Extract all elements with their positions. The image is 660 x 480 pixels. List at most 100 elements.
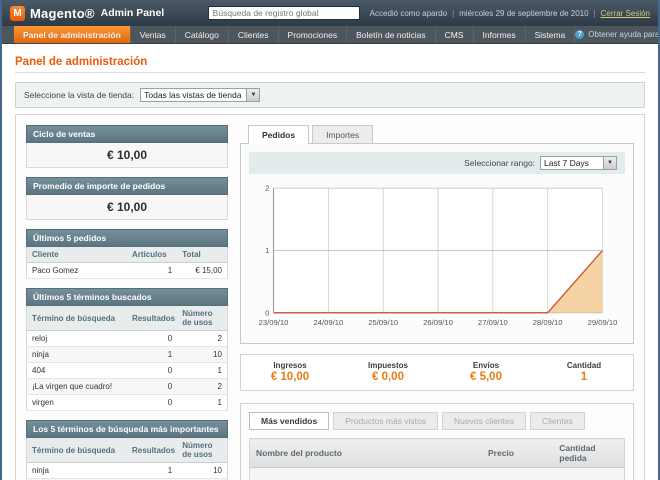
svg-text:2: 2: [265, 184, 269, 193]
table-cell: 2: [177, 331, 227, 347]
svg-text:29/09/10: 29/09/10: [588, 318, 618, 327]
table-cell: 404: [27, 363, 128, 379]
store-view-selected: Todas las vistas de tienda: [141, 89, 246, 101]
page-title: Panel de administración: [15, 56, 645, 68]
table-cell: 0: [127, 363, 177, 379]
nav-item-cms[interactable]: CMS: [436, 26, 474, 43]
stat-cantidad: Cantidad 1: [535, 361, 633, 383]
top-search-terms-table: Término de búsquedaResultadosNúmero de u…: [26, 438, 228, 480]
chart-panel: Seleccionar rango: Last 7 Days ▼ 01223/0…: [240, 143, 634, 344]
brand-name: Magento®: [30, 6, 95, 21]
column-header: Número de usos: [177, 306, 227, 331]
tab-importes[interactable]: Importes: [312, 125, 373, 143]
table-row[interactable]: Paco Gomez1€ 15,00: [27, 263, 228, 279]
svg-text:24/09/10: 24/09/10: [313, 318, 343, 327]
help-label: Obtener ayuda para esta página: [588, 30, 660, 39]
table-row: No se encontraron registros.: [250, 468, 625, 480]
nav-item-boletin[interactable]: Boletín de noticias: [347, 26, 435, 43]
nav-item-sistema[interactable]: Sistema: [526, 26, 576, 43]
tab-mas-vendidos[interactable]: Más vendidos: [249, 412, 329, 430]
range-select[interactable]: Last 7 Days ▼: [540, 156, 617, 170]
store-view-select[interactable]: Todas las vistas de tienda ▼: [140, 88, 260, 102]
chart-tabs: Pedidos Importes: [240, 125, 634, 143]
table-cell: 2: [177, 379, 227, 395]
product-name: Admin Panel: [101, 7, 165, 19]
column-header: Cantidad pedida: [553, 439, 624, 468]
panel-title: Últimos 5 pedidos: [26, 229, 228, 247]
magento-logo: M Magento® Admin Panel: [10, 6, 164, 21]
svg-text:28/09/10: 28/09/10: [533, 318, 563, 327]
separator: |: [594, 9, 596, 18]
nav-item-promociones[interactable]: Promociones: [279, 26, 348, 43]
browser-frame: M Magento® Admin Panel Accedió como apar…: [0, 0, 660, 480]
stat-impuestos: Impuestos € 0,00: [339, 361, 437, 383]
nav-item-informes[interactable]: Informes: [474, 26, 526, 43]
table-cell: 0: [127, 331, 177, 347]
nav-item-catalogo[interactable]: Catálogo: [176, 26, 229, 43]
nav-item-ventas[interactable]: Ventas: [131, 26, 176, 43]
store-view-bar: Seleccione la vista de tienda: Todas las…: [15, 82, 645, 108]
panel-title: Los 5 términos de búsqueda más important…: [26, 420, 228, 438]
svg-text:26/09/10: 26/09/10: [423, 318, 453, 327]
right-column: Pedidos Importes Seleccionar rango: Last…: [240, 125, 634, 480]
products-tabs: Más vendidos Productos más vistos Nuevos…: [249, 412, 625, 430]
help-link[interactable]: ? Obtener ayuda para esta página: [575, 26, 660, 43]
dashboard-container: Ciclo de ventas € 10,00 Promedio de impo…: [15, 114, 645, 480]
tab-nuevos-clientes[interactable]: Nuevos clientes: [442, 412, 526, 430]
table-row[interactable]: reloj02: [27, 331, 228, 347]
tab-clientes[interactable]: Clientes: [530, 412, 585, 430]
table-cell: 0: [127, 395, 177, 411]
tab-pedidos[interactable]: Pedidos: [248, 125, 309, 144]
column-header: Término de búsqueda: [27, 306, 128, 331]
stat-label: Envíos: [437, 361, 535, 370]
column-header: Resultados: [127, 306, 177, 331]
orders-chart-svg: 01223/09/1024/09/1025/09/1026/09/1027/09…: [249, 182, 625, 335]
table-header-row: Término de búsquedaResultadosNúmero de u…: [27, 438, 228, 463]
table-cell: € 15,00: [177, 263, 227, 279]
table-row[interactable]: 40401: [27, 363, 228, 379]
logout-link[interactable]: Cerrar Sesión: [601, 9, 650, 18]
chevron-down-icon: ▼: [246, 89, 259, 101]
stat-value: € 10,00: [241, 371, 339, 383]
svg-text:23/09/10: 23/09/10: [259, 318, 289, 327]
panel-title: Últimos 5 términos buscados: [26, 288, 228, 306]
title-divider: [15, 72, 645, 73]
app-header: M Magento® Admin Panel Accedió como apar…: [2, 0, 658, 26]
header-meta: Accedió como apardo | miércoles 29 de se…: [370, 9, 650, 18]
stat-ingresos: Ingresos € 10,00: [241, 361, 339, 383]
last-orders-panel: Últimos 5 pedidos ClienteArtículosTotalP…: [26, 229, 228, 279]
svg-text:25/09/10: 25/09/10: [368, 318, 398, 327]
stat-value: 1: [535, 371, 633, 383]
svg-text:0: 0: [265, 308, 269, 317]
tab-productos-mas-vistos[interactable]: Productos más vistos: [333, 412, 438, 430]
logged-in-as: Accedió como apardo: [370, 9, 447, 18]
table-cell: 1: [127, 263, 177, 279]
top-search-terms-panel: Los 5 términos de búsqueda más important…: [26, 420, 228, 480]
table-header-row: ClienteArtículosTotal: [27, 247, 228, 263]
lifetime-sales-value: € 10,00: [26, 143, 228, 168]
table-row[interactable]: ninja110: [27, 347, 228, 363]
table-cell: 10: [177, 463, 227, 479]
table-cell: 10: [177, 347, 227, 363]
stat-envios: Envíos € 5,00: [437, 361, 535, 383]
table-row[interactable]: ¡La virgen que cuadro!02: [27, 379, 228, 395]
stat-label: Cantidad: [535, 361, 633, 370]
table-cell: ninja: [27, 347, 128, 363]
table-cell: Paco Gomez: [27, 263, 128, 279]
average-orders-panel: Promedio de importe de pedidos € 10,00: [26, 177, 228, 220]
left-column: Ciclo de ventas € 10,00 Promedio de impo…: [26, 125, 228, 480]
lifetime-sales-panel: Ciclo de ventas € 10,00: [26, 125, 228, 168]
main-nav: Panel de administración Ventas Catálogo …: [2, 26, 658, 44]
column-header: Nombre del producto: [250, 439, 483, 468]
global-search-input[interactable]: [208, 6, 360, 20]
svg-text:27/09/10: 27/09/10: [478, 318, 508, 327]
table-row[interactable]: virgen01: [27, 395, 228, 411]
last-search-terms-panel: Últimos 5 términos buscados Término de b…: [26, 288, 228, 411]
chevron-down-icon: ▼: [603, 157, 616, 169]
average-orders-value: € 10,00: [26, 195, 228, 220]
nav-item-clientes[interactable]: Clientes: [229, 26, 279, 43]
nav-item-panel[interactable]: Panel de administración: [14, 26, 131, 43]
range-selected: Last 7 Days: [541, 157, 603, 169]
table-row[interactable]: ninja110: [27, 463, 228, 479]
help-icon: ?: [575, 30, 584, 39]
